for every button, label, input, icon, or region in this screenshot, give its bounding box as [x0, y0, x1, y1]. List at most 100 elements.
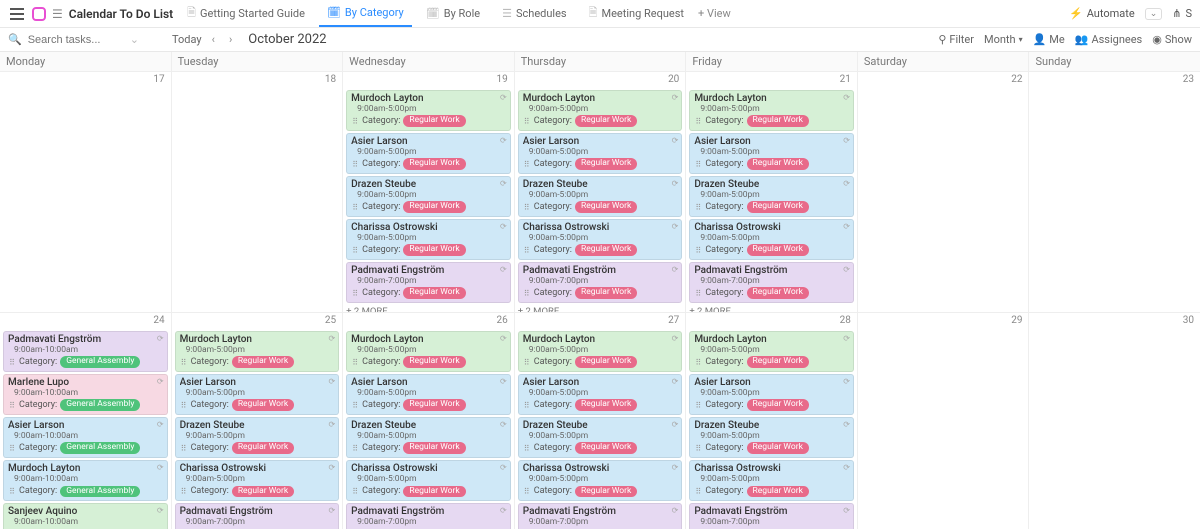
- calendar-event[interactable]: ⟳Charissa Ostrowski9:00am-5:00pmCategory…: [689, 460, 854, 501]
- calendar-event[interactable]: ⟳Murdoch Layton9:00am-5:00pmCategory:Reg…: [518, 90, 683, 131]
- automate-chevron-icon[interactable]: ⌄: [1145, 8, 1163, 20]
- calendar-cell[interactable]: 29: [858, 313, 1030, 529]
- drag-handle-icon[interactable]: [694, 289, 702, 297]
- calendar-event[interactable]: ⟳Drazen Steube9:00am-5:00pmCategory:Regu…: [689, 176, 854, 217]
- me-filter-button[interactable]: 👤Me: [1033, 33, 1065, 46]
- calendar-event[interactable]: ⟳Charissa Ostrowski9:00am-5:00pmCategory…: [689, 219, 854, 260]
- drag-handle-icon[interactable]: [523, 358, 531, 366]
- category-pill[interactable]: Regular Work: [403, 201, 465, 213]
- drag-handle-icon[interactable]: [523, 289, 531, 297]
- drag-handle-icon[interactable]: [694, 160, 702, 168]
- next-month-button[interactable]: ›: [225, 33, 236, 46]
- calendar-event[interactable]: ⟳Asier Larson9:00am-10:00amCategory:Gene…: [3, 417, 168, 458]
- category-pill[interactable]: General Assembly: [60, 486, 140, 498]
- category-pill[interactable]: Regular Work: [403, 244, 465, 256]
- calendar-event[interactable]: ⟳Drazen Steube9:00am-5:00pmCategory:Regu…: [346, 417, 511, 458]
- category-pill[interactable]: Regular Work: [403, 356, 465, 368]
- more-events-link[interactable]: + 2 MORE: [689, 306, 854, 313]
- category-pill[interactable]: Regular Work: [575, 442, 637, 454]
- calendar-event[interactable]: ⟳Drazen Steube9:00am-5:00pmCategory:Regu…: [518, 176, 683, 217]
- category-pill[interactable]: General Assembly: [60, 399, 140, 411]
- today-button[interactable]: Today: [172, 33, 202, 46]
- drag-handle-icon[interactable]: [523, 401, 531, 409]
- category-pill[interactable]: Regular Work: [232, 486, 294, 498]
- calendar-event[interactable]: ⟳Murdoch Layton9:00am-5:00pmCategory:Reg…: [346, 331, 511, 372]
- category-pill[interactable]: Regular Work: [232, 399, 294, 411]
- drag-handle-icon[interactable]: [351, 487, 359, 495]
- drag-handle-icon[interactable]: [694, 444, 702, 452]
- drag-handle-icon[interactable]: [523, 246, 531, 254]
- drag-handle-icon[interactable]: [694, 487, 702, 495]
- drag-handle-icon[interactable]: [351, 117, 359, 125]
- calendar-event[interactable]: ⟳Sanjeev Aquino9:00am-10:00amCategory:Ge…: [3, 503, 168, 529]
- calendar-cell[interactable]: 20⟳Murdoch Layton9:00am-5:00pmCategory:R…: [515, 72, 687, 313]
- calendar-cell[interactable]: 27⟳Murdoch Layton9:00am-5:00pmCategory:R…: [515, 313, 687, 529]
- calendar-event[interactable]: ⟳Charissa Ostrowski9:00am-5:00pmCategory…: [346, 219, 511, 260]
- calendar-event[interactable]: ⟳Asier Larson9:00am-5:00pmCategory:Regul…: [518, 374, 683, 415]
- calendar-cell[interactable]: 25⟳Murdoch Layton9:00am-5:00pmCategory:R…: [172, 313, 344, 529]
- view-mode-button[interactable]: Month▾: [984, 33, 1023, 46]
- calendar-cell[interactable]: 17: [0, 72, 172, 313]
- drag-handle-icon[interactable]: [180, 358, 188, 366]
- tab-meeting-request[interactable]: 🗎Meeting Request: [581, 0, 692, 27]
- calendar-cell[interactable]: 26⟳Murdoch Layton9:00am-5:00pmCategory:R…: [343, 313, 515, 529]
- search-input[interactable]: [26, 33, 126, 47]
- calendar-cell[interactable]: 30: [1029, 313, 1200, 529]
- category-pill[interactable]: Regular Work: [747, 486, 809, 498]
- calendar-cell[interactable]: 28⟳Murdoch Layton9:00am-5:00pmCategory:R…: [686, 313, 858, 529]
- calendar-event[interactable]: ⟳Drazen Steube9:00am-5:00pmCategory:Regu…: [346, 176, 511, 217]
- calendar-event[interactable]: ⟳Murdoch Layton9:00am-5:00pmCategory:Reg…: [346, 90, 511, 131]
- category-pill[interactable]: Regular Work: [747, 287, 809, 299]
- category-pill[interactable]: Regular Work: [747, 399, 809, 411]
- automate-button[interactable]: ⚡Automate: [1069, 7, 1135, 20]
- calendar-event[interactable]: ⟳Asier Larson9:00am-5:00pmCategory:Regul…: [346, 374, 511, 415]
- calendar-event[interactable]: ⟳Charissa Ostrowski9:00am-5:00pmCategory…: [175, 460, 340, 501]
- category-pill[interactable]: Regular Work: [403, 115, 465, 127]
- calendar-event[interactable]: ⟳Padmavati Engström9:00am-7:00pmCategory…: [518, 503, 683, 529]
- calendar-event[interactable]: ⟳Padmavati Engström9:00am-7:00pmCategory…: [518, 262, 683, 303]
- drag-handle-icon[interactable]: [351, 401, 359, 409]
- calendar-event[interactable]: ⟳Murdoch Layton9:00am-10:00amCategory:Ge…: [3, 460, 168, 501]
- category-pill[interactable]: Regular Work: [232, 356, 294, 368]
- drag-handle-icon[interactable]: [694, 246, 702, 254]
- drag-handle-icon[interactable]: [8, 444, 16, 452]
- calendar-event[interactable]: ⟳Padmavati Engström9:00am-10:00amCategor…: [3, 331, 168, 372]
- more-events-link[interactable]: + 2 MORE: [346, 306, 511, 313]
- category-pill[interactable]: Regular Work: [575, 244, 637, 256]
- category-pill[interactable]: Regular Work: [232, 442, 294, 454]
- add-view-button[interactable]: + View: [698, 7, 731, 20]
- calendar-event[interactable]: ⟳Charissa Ostrowski9:00am-5:00pmCategory…: [346, 460, 511, 501]
- tab-by-role[interactable]: 🗓By Role: [418, 0, 488, 27]
- category-pill[interactable]: Regular Work: [747, 201, 809, 213]
- drag-handle-icon[interactable]: [523, 160, 531, 168]
- calendar-event[interactable]: ⟳Asier Larson9:00am-5:00pmCategory:Regul…: [689, 133, 854, 174]
- drag-handle-icon[interactable]: [8, 358, 16, 366]
- drag-handle-icon[interactable]: [8, 487, 16, 495]
- calendar-event[interactable]: ⟳Asier Larson9:00am-5:00pmCategory:Regul…: [689, 374, 854, 415]
- category-pill[interactable]: General Assembly: [60, 442, 140, 454]
- drag-handle-icon[interactable]: [180, 401, 188, 409]
- category-pill[interactable]: Regular Work: [403, 158, 465, 170]
- category-pill[interactable]: Regular Work: [575, 486, 637, 498]
- calendar-event[interactable]: ⟳Drazen Steube9:00am-5:00pmCategory:Regu…: [175, 417, 340, 458]
- calendar-cell[interactable]: 21⟳Murdoch Layton9:00am-5:00pmCategory:R…: [686, 72, 858, 313]
- category-pill[interactable]: Regular Work: [575, 399, 637, 411]
- app-logo-icon[interactable]: [32, 7, 46, 21]
- share-button[interactable]: ⋔S: [1172, 7, 1192, 20]
- category-pill[interactable]: Regular Work: [747, 442, 809, 454]
- drag-handle-icon[interactable]: [351, 203, 359, 211]
- calendar-event[interactable]: ⟳Murdoch Layton9:00am-5:00pmCategory:Reg…: [518, 331, 683, 372]
- calendar-cell[interactable]: 23: [1029, 72, 1200, 313]
- drag-handle-icon[interactable]: [180, 444, 188, 452]
- calendar-event[interactable]: ⟳Asier Larson9:00am-5:00pmCategory:Regul…: [346, 133, 511, 174]
- drag-handle-icon[interactable]: [694, 203, 702, 211]
- drag-handle-icon[interactable]: [351, 289, 359, 297]
- calendar-event[interactable]: ⟳Padmavati Engström9:00am-7:00pmCategory…: [689, 503, 854, 529]
- prev-month-button[interactable]: ‹: [208, 33, 219, 46]
- category-pill[interactable]: Regular Work: [747, 244, 809, 256]
- search-input-wrapper[interactable]: 🔍 ⌄: [8, 33, 148, 47]
- filter-button[interactable]: ⚲Filter: [938, 33, 974, 46]
- more-events-link[interactable]: + 2 MORE: [518, 306, 683, 313]
- calendar-event[interactable]: ⟳Charissa Ostrowski9:00am-5:00pmCategory…: [518, 219, 683, 260]
- drag-handle-icon[interactable]: [523, 117, 531, 125]
